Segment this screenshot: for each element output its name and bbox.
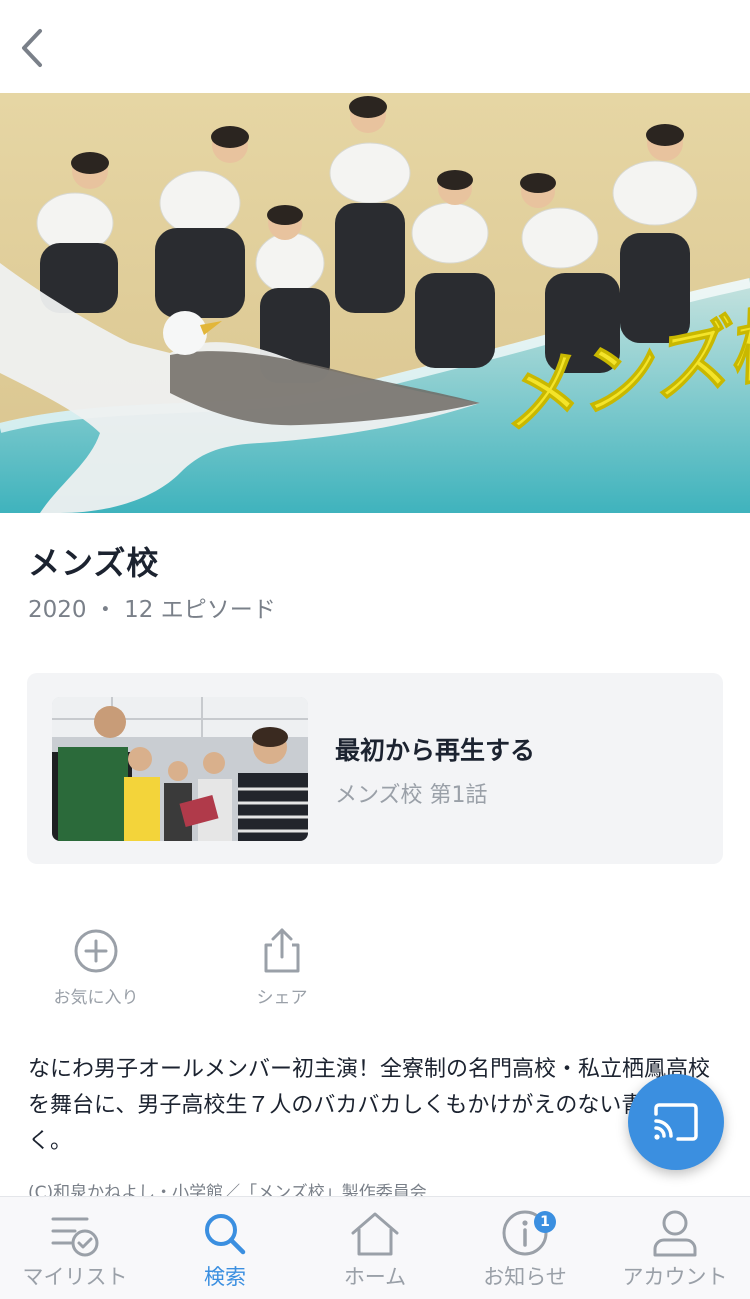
favorite-button[interactable]: お気に入り <box>31 925 161 1008</box>
tab-notifications[interactable]: 1 お知らせ <box>450 1197 600 1299</box>
episode-thumbnail <box>52 697 308 841</box>
add-circle-icon <box>74 929 118 973</box>
page-title: メンズ校 <box>28 544 160 582</box>
notification-badge: 1 <box>534 1211 556 1233</box>
play-from-start-card[interactable]: 最初から再生する メンズ校 第1話 <box>27 673 723 864</box>
tab-label: 検索 <box>204 1265 246 1289</box>
tab-label: ホーム <box>343 1265 407 1289</box>
hero-image: メンズ校 <box>0 93 750 513</box>
show-description: なにわ男子オールメンバー初主演！全寮制の名門高校・私立栖鳳高校を舞台に、男子高校… <box>28 1057 711 1154</box>
tab-label: アカウント <box>622 1265 728 1289</box>
search-icon <box>205 1214 246 1255</box>
tab-account[interactable]: アカウント <box>600 1197 750 1299</box>
tab-home[interactable]: ホーム <box>300 1197 450 1299</box>
show-meta: 2020 ・ 12 エピソード <box>28 597 276 623</box>
cast-button[interactable] <box>628 1074 724 1170</box>
tab-mylist[interactable]: マイリスト <box>0 1197 150 1299</box>
share-icon <box>264 928 300 973</box>
tab-label: マイリスト <box>22 1265 128 1289</box>
top-bar <box>0 0 750 93</box>
cast-icon <box>654 1103 698 1141</box>
tab-search[interactable]: 検索 <box>150 1197 300 1299</box>
share-button[interactable]: シェア <box>217 925 347 1008</box>
share-label: シェア <box>256 988 308 1008</box>
bottom-tab-bar: マイリスト 検索 ホーム 1 お知らせ アカウント <box>0 1196 750 1299</box>
back-button[interactable] <box>10 22 54 74</box>
account-icon <box>653 1210 697 1257</box>
play-subtitle: メンズ校 第1話 <box>335 783 488 808</box>
chevron-left-icon <box>22 29 42 67</box>
favorite-label: お気に入り <box>53 988 139 1008</box>
home-icon <box>351 1212 399 1256</box>
mylist-icon <box>51 1217 99 1257</box>
play-title: 最初から再生する <box>335 736 536 765</box>
tab-label: お知らせ <box>483 1265 567 1289</box>
